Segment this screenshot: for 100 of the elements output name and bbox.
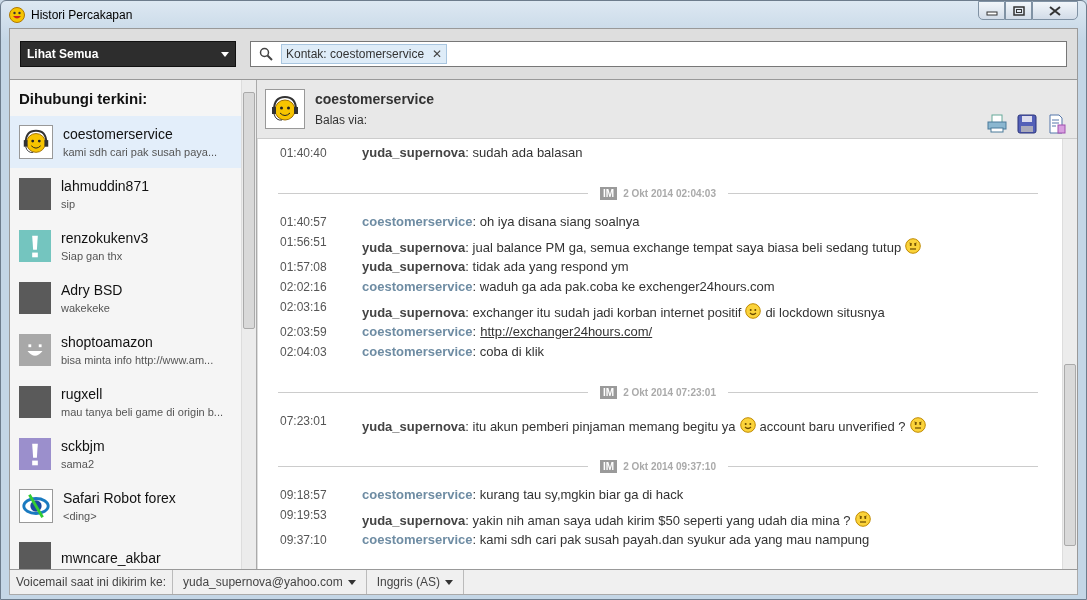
worried-face-icon <box>905 238 922 254</box>
sender-name: coestomerservice <box>362 324 473 339</box>
timestamp: 02:03:59 <box>279 324 328 339</box>
message-text: : coba di klik <box>472 344 545 359</box>
message-text: : tidak ada yang respond ym <box>465 259 629 274</box>
contact-list-item[interactable]: shoptoamazon bisa minta info http://www.am... <box>10 324 241 376</box>
worried-face-icon <box>909 417 926 433</box>
message-text: : sudah ada balasan <box>465 145 583 160</box>
message-preview: sama2 <box>61 458 96 470</box>
session-date: 2 Okt 2014 07:23:01 <box>623 387 716 398</box>
sidebar-heading: Dihubungi terkini: <box>18 89 149 109</box>
language-dropdown[interactable]: Inggris (AS) <box>366 570 465 594</box>
contact-list-item[interactable]: coestomerservice kami sdh cari pak susah paya... <box>10 116 241 168</box>
contact-list-item[interactable]: lahmuddin871 sip <box>10 168 241 220</box>
search-field[interactable]: Kontak: coestomerservice ✕ <box>250 41 1067 67</box>
close-button[interactable] <box>1032 1 1078 20</box>
message-preview: Siap gan thx <box>61 250 124 262</box>
headset-avatar-icon <box>19 125 53 159</box>
default-avatar-icon <box>19 334 51 366</box>
caret-icon <box>445 579 454 585</box>
message-text: : kami sdh cari pak susah payah.dan syukur ada yang mau nampung <box>472 532 870 547</box>
message-text: : kurang tau sy,mgkin biar ga di hack <box>472 487 684 502</box>
session-date: 2 Okt 2014 09:37:10 <box>623 461 716 472</box>
remove-tag-button[interactable]: ✕ <box>432 47 443 61</box>
caret-icon <box>347 579 356 585</box>
search-icon <box>259 47 273 61</box>
close-icon <box>1048 5 1062 16</box>
contact-list-item[interactable]: Adry BSD wakekeke <box>10 272 241 324</box>
contact-name: Adry BSD <box>61 282 123 298</box>
smiley-icon <box>9 6 25 23</box>
timestamp: 09:19:53 <box>279 507 328 522</box>
sender-name: coestomerservice <box>362 532 473 547</box>
sender-name: coestomerservice <box>362 279 473 294</box>
contact-name: sckbjm <box>61 438 105 454</box>
sender-name: coestomerservice <box>362 487 473 502</box>
message-preview: <ding> <box>63 510 98 522</box>
message-text: : <box>472 324 477 339</box>
maximize-button[interactable] <box>1005 1 1032 20</box>
worried-face-icon <box>854 511 871 527</box>
contact-list-item[interactable]: mwncare_akbar <box>10 532 241 569</box>
reply-via-label: Balas via: <box>315 113 369 127</box>
contact-name: renzokukenv3 <box>61 230 149 246</box>
timestamp: 01:40:57 <box>279 214 328 229</box>
timestamp: 02:03:16 <box>279 299 328 314</box>
smiley-icon <box>745 303 762 319</box>
photo-placeholder <box>19 282 51 314</box>
scrollbar[interactable] <box>241 80 256 569</box>
message-text: : waduh ga ada pak.coba ke exchenger24hours.com <box>472 279 775 294</box>
message-preview: bisa minta info http://www.am... <box>61 354 214 366</box>
contact-list-item[interactable]: rugxell mau tanya beli game di origin b... <box>10 376 241 428</box>
caret-icon <box>221 51 229 57</box>
message-text: : yakin nih aman saya udah kirim $50 seperti yang udah dia mina ? <box>465 513 851 528</box>
contact-name: Safari Robot forex <box>63 490 176 506</box>
message-link[interactable]: http://exchanger24hours.com/ <box>480 324 653 339</box>
voicemail-label: Voicemail saat ini dikirim ke: <box>10 570 174 594</box>
smiley-icon <box>739 417 756 433</box>
sender-name: coestomerservice <box>362 214 473 229</box>
im-badge: IM <box>600 460 618 473</box>
timestamp: 09:37:10 <box>279 532 328 547</box>
contact-list-item[interactable]: Safari Robot forex <ding> <box>10 480 241 532</box>
message-preview: sip <box>61 198 77 210</box>
message-preview: kami sdh cari pak susah paya... <box>63 146 218 158</box>
session-date: 2 Okt 2014 02:04:03 <box>623 188 716 199</box>
message-text: : itu akun pemberi pinjaman memang begitu ya <box>465 419 736 434</box>
delete-document-icon[interactable] <box>1047 114 1067 134</box>
save-icon[interactable] <box>1017 114 1037 134</box>
scrollbar[interactable] <box>1062 139 1077 569</box>
logo-icon <box>19 489 53 523</box>
avatar-icon <box>265 89 305 129</box>
message-text: di lockdown situsnya <box>765 305 885 320</box>
sender-name: coestomerservice <box>362 344 473 359</box>
timestamp: 02:04:03 <box>279 344 328 359</box>
contact-name: lahmuddin871 <box>61 178 149 194</box>
contact-name: coestomerservice <box>315 91 435 107</box>
im-badge: IM <box>600 386 618 399</box>
contact-name: coestomerservice <box>63 126 174 142</box>
filter-tag-text: Kontak: coestomerservice <box>286 47 425 61</box>
im-badge: IM <box>600 187 618 200</box>
timestamp: 01:56:51 <box>279 234 328 249</box>
timestamp: 01:40:40 <box>279 145 328 160</box>
timestamp: 02:02:16 <box>279 279 328 294</box>
contact-name: shoptoamazon <box>61 334 154 350</box>
message-preview: mau tanya beli game di origin b... <box>61 406 224 418</box>
timestamp: 01:57:08 <box>279 259 328 274</box>
filter-dropdown[interactable]: Lihat Semua <box>20 41 236 67</box>
message-text: : jual balance PM ga, semua exchange tempat saya biasa beli sedang tutup <box>465 240 902 255</box>
email-dropdown[interactable]: yuda_supernova@yahoo.com <box>173 570 367 594</box>
print-icon[interactable] <box>987 114 1007 134</box>
contact-name: rugxell <box>61 386 104 402</box>
message-preview: wakekeke <box>61 302 111 314</box>
timestamp: 07:23:01 <box>279 413 328 428</box>
maximize-icon <box>1012 5 1025 16</box>
timestamp: 09:18:57 <box>279 487 328 502</box>
message-text: account baru unverified ? <box>759 419 906 434</box>
photo-placeholder <box>19 542 51 569</box>
photo-placeholder <box>19 178 51 210</box>
contact-list-item[interactable]: sckbjm sama2 <box>10 428 241 480</box>
contact-name: mwncare_akbar <box>61 550 161 566</box>
message-text: : oh iya disana siang soalnya <box>472 214 640 229</box>
contact-list-item[interactable]: renzokukenv3 Siap gan thx <box>10 220 241 272</box>
